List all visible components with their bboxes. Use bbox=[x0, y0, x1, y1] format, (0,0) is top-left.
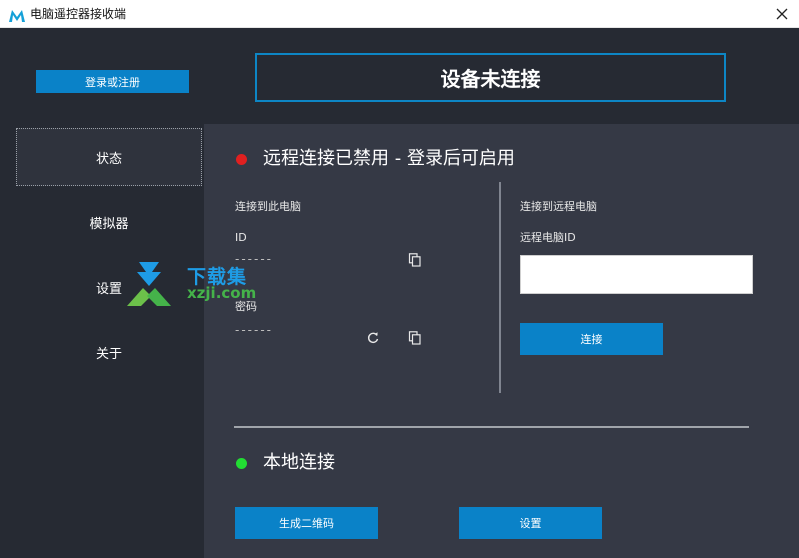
title-bar: 电脑遥控器接收端 bbox=[0, 0, 799, 28]
connect-button[interactable]: 连接 bbox=[520, 323, 663, 355]
remote-pc-id-label: 远程电脑ID bbox=[520, 231, 576, 244]
main-panel: 远程连接已禁用 - 登录后可启用 连接到此电脑 ID ------ 密码 ---… bbox=[204, 124, 799, 558]
sidebar-item-label: 设置 bbox=[95, 281, 122, 297]
remote-connection-heading: 远程连接已禁用 - 登录后可启用 bbox=[263, 148, 515, 169]
remote-disabled-indicator bbox=[236, 154, 247, 165]
app-body: 登录或注册 设备未连接 状态 模拟器 设置 关于 远程连接已禁用 - 登录后可启… bbox=[0, 28, 799, 558]
close-icon bbox=[776, 5, 788, 24]
sidebar-item-about[interactable]: 关于 bbox=[16, 323, 202, 381]
connection-status-text: 设备未连接 bbox=[440, 67, 541, 91]
generate-qr-button[interactable]: 生成二维码 bbox=[235, 507, 378, 539]
sidebar: 状态 模拟器 设置 关于 bbox=[0, 124, 204, 558]
app-logo-icon bbox=[9, 7, 25, 22]
copy-password-icon[interactable] bbox=[408, 330, 422, 345]
remote-pc-id-input[interactable] bbox=[520, 255, 753, 294]
sidebar-item-status[interactable]: 状态 bbox=[16, 128, 202, 186]
login-register-button[interactable]: 登录或注册 bbox=[36, 70, 189, 93]
password-label: 密码 bbox=[235, 300, 257, 313]
section-divider bbox=[234, 426, 749, 428]
sidebar-item-settings[interactable]: 设置 bbox=[16, 258, 202, 316]
connection-status-banner: 设备未连接 bbox=[255, 53, 726, 102]
local-settings-button[interactable]: 设置 bbox=[459, 507, 602, 539]
window-title: 电脑遥控器接收端 bbox=[30, 7, 127, 21]
id-value: ------ bbox=[235, 252, 273, 266]
column-divider bbox=[499, 182, 501, 393]
password-value: ------ bbox=[235, 323, 273, 337]
local-connection-heading: 本地连接 bbox=[263, 452, 335, 473]
refresh-icon[interactable] bbox=[366, 330, 380, 344]
remote-pc-title: 连接到远程电脑 bbox=[520, 200, 597, 213]
sidebar-item-label: 状态 bbox=[95, 151, 122, 167]
sidebar-item-simulator[interactable]: 模拟器 bbox=[16, 193, 202, 251]
this-pc-title: 连接到此电脑 bbox=[235, 200, 301, 213]
copy-id-icon[interactable] bbox=[408, 252, 422, 267]
sidebar-item-label: 模拟器 bbox=[89, 216, 129, 232]
close-button[interactable] bbox=[765, 0, 799, 28]
sidebar-item-label: 关于 bbox=[95, 346, 122, 362]
local-enabled-indicator bbox=[236, 458, 247, 469]
id-label: ID bbox=[235, 231, 247, 244]
